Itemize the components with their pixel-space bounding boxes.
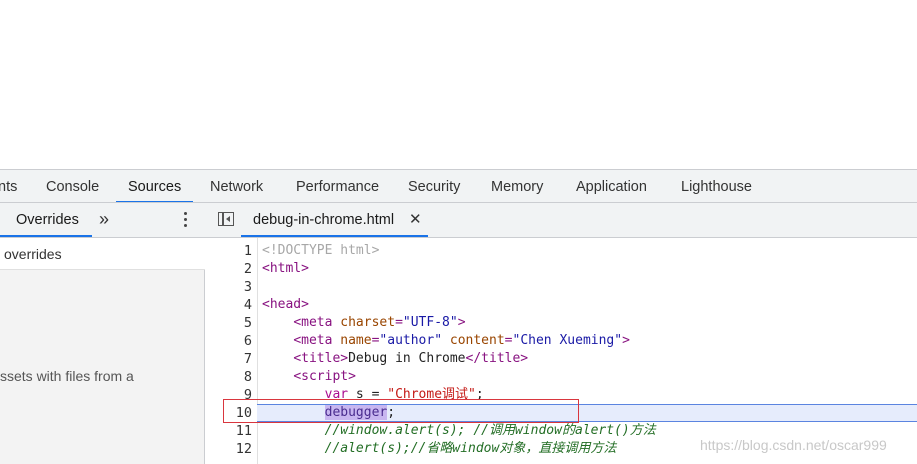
- code-token: >: [457, 315, 466, 330]
- code-token: content: [449, 333, 505, 348]
- toggle-navigator-icon[interactable]: [218, 212, 234, 226]
- sources-navigator: Overrides » overrides ssets with files f…: [0, 203, 205, 464]
- devtools-tab-bar: nts Console Sources Network Performance …: [0, 169, 917, 203]
- tab-console[interactable]: Console: [46, 170, 99, 202]
- source-editor: debug-in-chrome.html ✕ 1 <!DOCTYPE html> 2…: [205, 203, 917, 464]
- code-token: "Chen Xueming": [512, 333, 623, 348]
- code-token: <meta: [293, 333, 341, 348]
- code-token: charset: [340, 315, 396, 330]
- code-token: //alert(s);//省略window对象，直接调用方法: [324, 441, 617, 456]
- active-tab-indicator: [0, 235, 92, 237]
- code-text: //alert(s);//省略window对象，直接调用方法: [262, 440, 617, 458]
- code-line: 7 <title>Debug in Chrome</title>: [205, 350, 917, 368]
- code-token: <html>: [262, 261, 309, 276]
- overrides-folder-item[interactable]: overrides: [0, 238, 205, 270]
- code-token: =: [395, 315, 403, 330]
- navigator-empty-message: ssets with files from a: [0, 368, 134, 384]
- code-line: 3: [205, 278, 917, 296]
- code-text: <meta name="author" content="Chen Xuemin…: [262, 332, 630, 350]
- code-token: name: [340, 333, 372, 348]
- code-text: <title>Debug in Chrome</title>: [262, 350, 528, 368]
- code-token: "UTF-8": [402, 315, 458, 330]
- code-token: <script>: [293, 369, 356, 384]
- tab-lighthouse[interactable]: Lighthouse: [681, 170, 752, 202]
- code-token: //window.alert(s); //调用window的alert()方法: [324, 423, 656, 438]
- code-token: <title>: [293, 351, 349, 366]
- line-number[interactable]: 11: [205, 422, 252, 440]
- line-number[interactable]: 1: [205, 242, 252, 260]
- tab-memory[interactable]: Memory: [491, 170, 543, 202]
- line-number[interactable]: 6: [205, 332, 252, 350]
- tab-elements[interactable]: nts: [0, 170, 17, 202]
- code-token: <meta: [293, 315, 341, 330]
- line-number[interactable]: 12: [205, 440, 252, 458]
- code-text: //window.alert(s); //调用window的alert()方法: [262, 422, 656, 440]
- code-text: <head>: [262, 296, 309, 314]
- line-number[interactable]: 7: [205, 350, 252, 368]
- code-line: 1 <!DOCTYPE html>: [205, 242, 917, 260]
- code-line: 5 <meta charset="UTF-8">: [205, 314, 917, 332]
- tab-application[interactable]: Application: [576, 170, 647, 202]
- code-token: </title>: [465, 351, 529, 366]
- file-tab-name: debug-in-chrome.html: [253, 212, 395, 228]
- code-token: =: [504, 333, 513, 348]
- navigator-tab-bar: Overrides »: [0, 203, 205, 238]
- annotation-box: [223, 399, 579, 423]
- kebab-menu-icon[interactable]: [180, 212, 190, 230]
- code-text: <html>: [262, 260, 309, 278]
- code-token: >: [622, 333, 630, 348]
- line-number[interactable]: 2: [205, 260, 252, 278]
- tab-performance[interactable]: Performance: [296, 170, 379, 202]
- page-viewport: [0, 0, 917, 169]
- tab-security[interactable]: Security: [408, 170, 460, 202]
- code-text: <!DOCTYPE html>: [262, 242, 379, 260]
- code-token: Debug in Chrome: [348, 351, 466, 366]
- code-token: <head>: [262, 297, 309, 312]
- line-number[interactable]: 3: [205, 278, 252, 296]
- line-number[interactable]: 8: [205, 368, 252, 386]
- line-number[interactable]: 4: [205, 296, 252, 314]
- tab-network[interactable]: Network: [210, 170, 263, 202]
- code-text: <script>: [262, 368, 356, 386]
- code-line: 6 <meta name="author" content="Chen Xuem…: [205, 332, 917, 350]
- code-text: <meta charset="UTF-8">: [262, 314, 466, 332]
- code-line: 2 <html>: [205, 260, 917, 278]
- code-line: 8 <script>: [205, 368, 917, 386]
- tab-overrides[interactable]: Overrides: [16, 203, 79, 237]
- code-token: <!DOCTYPE html>: [262, 243, 380, 258]
- editor-tab-bar: debug-in-chrome.html ✕: [205, 203, 917, 238]
- double-chevron-right-icon[interactable]: »: [99, 203, 109, 237]
- watermark: https://blog.csdn.net/oscar999: [700, 437, 887, 453]
- tab-sources[interactable]: Sources: [115, 170, 194, 202]
- code-line: 4 <head>: [205, 296, 917, 314]
- code-area[interactable]: 1 <!DOCTYPE html> 2 <html> 3 4 <head> 5 <meta c…: [205, 238, 917, 464]
- line-number[interactable]: 5: [205, 314, 252, 332]
- close-icon[interactable]: ✕: [409, 203, 422, 237]
- file-tab[interactable]: debug-in-chrome.html ✕: [241, 203, 428, 237]
- code-token: "author": [379, 333, 443, 348]
- active-tab-indicator: [241, 235, 428, 237]
